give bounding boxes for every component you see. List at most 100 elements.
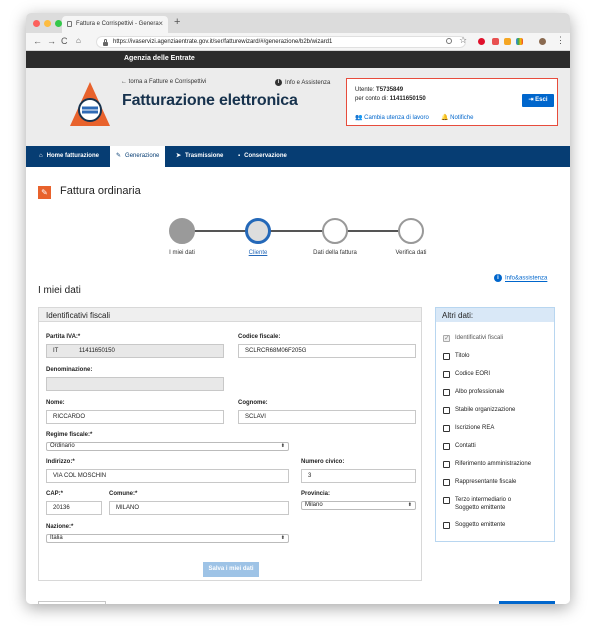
select-arrows-icon: ⬍ bbox=[280, 443, 285, 449]
checkbox[interactable] bbox=[443, 334, 450, 342]
info-icon: i bbox=[275, 79, 282, 86]
change-user-link[interactable]: 👥 Cambia utenza di lavoro bbox=[355, 114, 429, 121]
menu-icon[interactable]: ⋮ bbox=[556, 35, 565, 46]
nome-input[interactable]: RICCARDO bbox=[46, 410, 224, 424]
close-window-button[interactable] bbox=[33, 20, 40, 27]
nome-label: Nome: bbox=[46, 400, 65, 406]
nazione-select[interactable]: Italia ⬍ bbox=[46, 534, 289, 543]
extension-icon[interactable] bbox=[504, 38, 511, 45]
other-data-panel: Altri dati: Identificativi fiscali Titol… bbox=[435, 307, 555, 542]
tab-bar: Fattura e Corrispettivi - Genera × + bbox=[26, 13, 570, 33]
regime-fiscale-select[interactable]: Ordinario ⬍ bbox=[46, 442, 289, 451]
star-icon[interactable]: ☆ bbox=[459, 35, 467, 45]
pencil-icon: ✎ bbox=[116, 153, 122, 159]
maximize-window-button[interactable] bbox=[55, 20, 62, 27]
page-icon bbox=[67, 21, 72, 27]
denominazione-input bbox=[46, 377, 224, 391]
checkbox[interactable] bbox=[443, 479, 450, 486]
step-cliente[interactable] bbox=[245, 218, 271, 244]
url-text: https://ivaservizi.agenziaentrate.gov.it… bbox=[113, 39, 333, 45]
numero-civico-input[interactable]: 3 bbox=[301, 469, 416, 483]
home-icon[interactable]: ⌂ bbox=[76, 36, 81, 45]
partita-iva-label: Partita IVA:* bbox=[46, 334, 81, 340]
reload-icon[interactable]: C bbox=[61, 36, 68, 46]
user-box: Utente: T5735849 per conto di: 114116501… bbox=[346, 78, 558, 126]
panel-title: Identificativi fiscali bbox=[46, 311, 111, 320]
agency-logo-icon bbox=[70, 82, 110, 126]
info-assistance-link[interactable]: i Info e Assistenza bbox=[275, 79, 330, 86]
checkbox[interactable] bbox=[443, 425, 450, 432]
save-my-data-button[interactable]: Salva i miei dati bbox=[203, 562, 259, 577]
provincia-label: Provincia: bbox=[301, 491, 331, 497]
tab-home-fatturazione[interactable]: ⌂ Home fatturazione bbox=[33, 146, 105, 167]
nazione-value: Italia bbox=[50, 535, 63, 541]
checkbox[interactable] bbox=[443, 389, 450, 396]
step-label-current[interactable]: Cliente bbox=[218, 250, 298, 256]
logout-button[interactable]: ⇥ Esci bbox=[522, 94, 554, 107]
provincia-value: Milano bbox=[305, 502, 323, 508]
tab-trasmissione[interactable]: ➤ Trasmissione bbox=[170, 146, 229, 167]
checkbox[interactable] bbox=[443, 522, 450, 529]
numero-civico-label: Numero civico: bbox=[301, 459, 345, 465]
cognome-label: Cognome: bbox=[238, 400, 268, 406]
cap-label: CAP:* bbox=[46, 491, 64, 497]
step-label: Dati della fattura bbox=[313, 250, 357, 256]
key-icon[interactable] bbox=[446, 38, 452, 44]
indirizzo-input[interactable]: VIA COL MOSCHIN bbox=[46, 469, 289, 483]
partita-iva-field: IT 11411650150 bbox=[46, 344, 224, 358]
checkbox[interactable] bbox=[443, 497, 450, 504]
select-arrows-icon: ⬍ bbox=[407, 502, 412, 508]
minimize-window-button[interactable] bbox=[44, 20, 51, 27]
send-icon: ➤ bbox=[176, 153, 182, 159]
panel-header: Identificativi fiscali bbox=[39, 308, 421, 322]
panel-header: Altri dati: bbox=[436, 308, 554, 322]
agency-bar: Agenzia delle Entrate bbox=[26, 51, 570, 68]
page-title: Fattura ordinaria bbox=[60, 185, 141, 197]
partita-iva-value: 11411650150 bbox=[79, 348, 115, 354]
extension-icon[interactable] bbox=[516, 38, 523, 45]
checkbox[interactable] bbox=[443, 461, 450, 468]
new-tab-button[interactable]: + bbox=[174, 16, 180, 28]
next-button[interactable] bbox=[499, 601, 555, 604]
country-prefix: IT bbox=[53, 348, 59, 354]
provincia-select[interactable]: Milano ⬍ bbox=[301, 501, 416, 510]
cognome-input[interactable]: SCLAVI bbox=[238, 410, 416, 424]
regime-fiscale-label: Regime fiscale:* bbox=[46, 432, 93, 438]
logout-icon: ⇥ bbox=[528, 97, 534, 103]
browser-window: Fattura e Corrispettivi - Genera × + ← →… bbox=[26, 13, 570, 604]
panel-title: Altri dati: bbox=[442, 311, 474, 320]
checkbox[interactable] bbox=[443, 407, 450, 414]
user-line: Utente: T5735849 bbox=[355, 87, 404, 93]
forward-arrow-icon[interactable]: → bbox=[47, 36, 56, 46]
comune-label: Comune:* bbox=[109, 491, 138, 497]
profile-avatar[interactable] bbox=[539, 38, 546, 45]
step-i-miei-dati[interactable] bbox=[169, 218, 195, 244]
browser-tab[interactable]: Fattura e Corrispettivi - Genera × bbox=[62, 16, 168, 33]
step-verifica-dati[interactable] bbox=[398, 218, 424, 244]
back-to-portal-link[interactable]: ← torna a Fatture e Corrispettivi bbox=[121, 79, 206, 85]
step-dati-fattura[interactable] bbox=[322, 218, 348, 244]
on-behalf-line: per conto di: 11411650150 bbox=[355, 96, 426, 102]
tab-conservazione[interactable]: ▪ Conservazione bbox=[232, 146, 293, 167]
codice-fiscale-input[interactable]: SCLRCR68M06F205G bbox=[238, 344, 416, 358]
info-assistance-link[interactable]: i Info&assistenza bbox=[494, 274, 547, 282]
browser-tab-title: Fattura e Corrispettivi - Genera bbox=[76, 21, 159, 27]
checkbox[interactable] bbox=[443, 353, 450, 360]
step-label: Verifica dati bbox=[395, 250, 427, 256]
codice-fiscale-label: Codice fiscale: bbox=[238, 334, 281, 340]
close-tab-icon[interactable]: × bbox=[158, 19, 163, 28]
cap-input[interactable]: 20136 bbox=[46, 501, 102, 515]
notifications-link[interactable]: 🔔 Notifiche bbox=[441, 114, 473, 121]
url-input[interactable]: https://ivaservizi.agenziaentrate.gov.it… bbox=[96, 36, 466, 48]
fiscal-ids-panel: Identificativi fiscali Partita IVA:* IT … bbox=[38, 307, 422, 581]
page-content: Agenzia delle Entrate ← torna a Fatture … bbox=[26, 51, 570, 604]
step-label: I miei dati bbox=[169, 250, 195, 256]
tab-generazione[interactable]: ✎ Generazione bbox=[110, 146, 166, 167]
opera-icon[interactable] bbox=[478, 38, 485, 45]
checkbox[interactable] bbox=[443, 371, 450, 378]
back-button[interactable] bbox=[38, 601, 106, 604]
back-arrow-icon[interactable]: ← bbox=[33, 36, 42, 46]
extension-icon[interactable] bbox=[492, 38, 499, 45]
comune-input[interactable]: MILANO bbox=[109, 501, 289, 515]
checkbox[interactable] bbox=[443, 443, 450, 450]
